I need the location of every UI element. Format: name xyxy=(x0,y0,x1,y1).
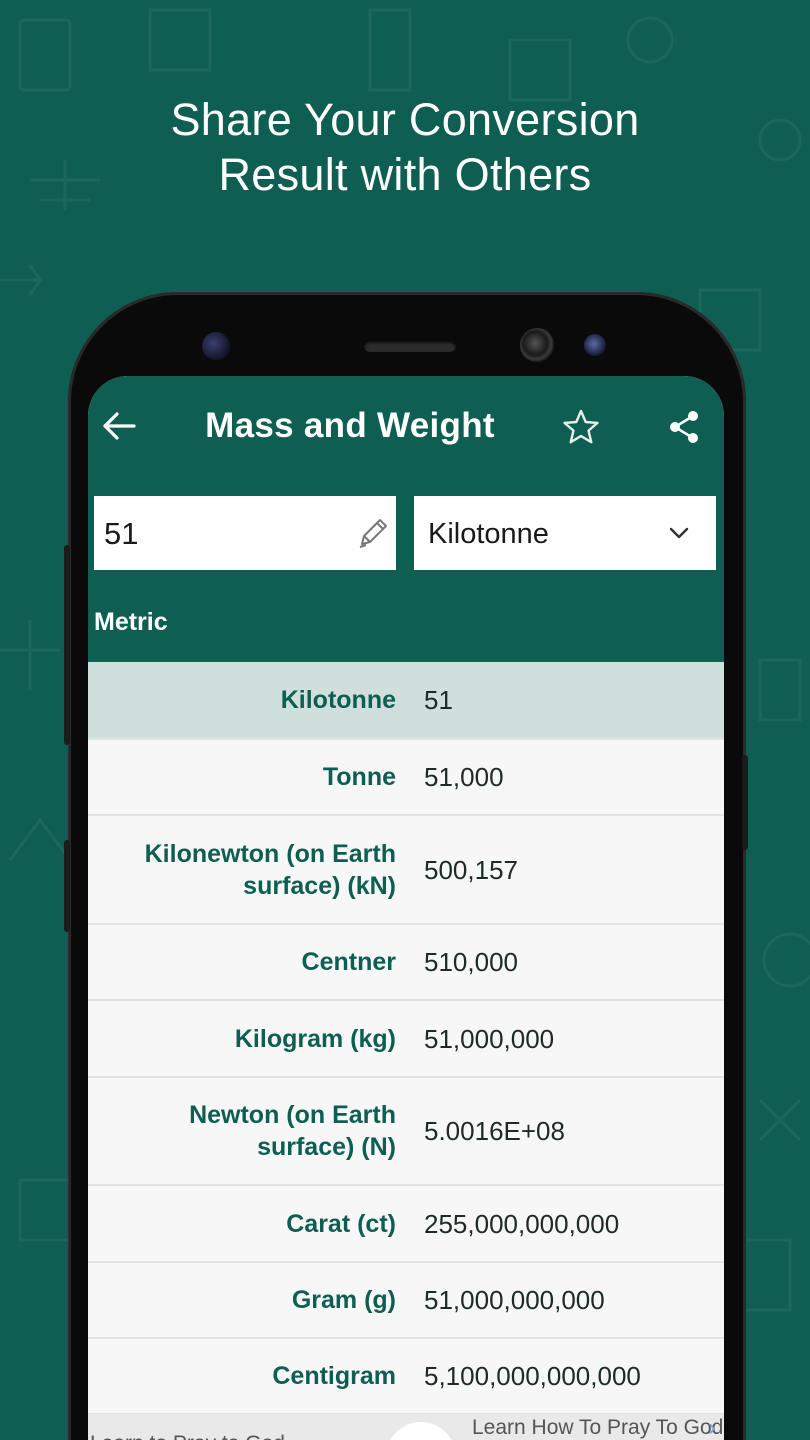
row-unit: Kilonewton (on Earth surface) (kN) xyxy=(144,839,396,900)
results-table: Kilotonne 51 Tonne 51,000 Kilonewton (on… xyxy=(88,662,724,1415)
share-icon[interactable] xyxy=(668,410,700,444)
value-input[interactable]: 51 xyxy=(94,496,396,570)
chevron-right-icon[interactable]: › xyxy=(708,1414,716,1440)
promo-headline-line1: Share Your Conversion xyxy=(170,94,640,145)
bixby-button xyxy=(64,840,70,932)
row-value: 500,157 xyxy=(424,854,518,885)
table-row[interactable]: Centner 510,000 xyxy=(88,925,724,1001)
row-value: 51,000 xyxy=(424,762,504,792)
row-unit: Kilogram (kg) xyxy=(234,1024,396,1053)
power-button xyxy=(742,755,748,850)
row-value: 5,100,000,000,000 xyxy=(424,1361,641,1391)
promo-headline-line2: Result with Others xyxy=(218,149,592,200)
row-unit: Carat (ct) xyxy=(286,1209,396,1238)
front-camera xyxy=(520,328,554,362)
value-input-text[interactable]: 51 xyxy=(104,516,138,552)
ad-logo xyxy=(386,1422,456,1440)
row-value: 510,000 xyxy=(424,947,518,977)
unit-dropdown[interactable]: Kilotonne xyxy=(414,496,716,570)
section-label: Metric xyxy=(94,608,168,636)
row-value: 51,000,000,000 xyxy=(424,1285,605,1315)
table-row[interactable]: Carat (ct) 255,000,000,000 xyxy=(88,1186,724,1263)
app-bar: Mass and Weight xyxy=(88,376,724,480)
row-value: 51,000,000 xyxy=(424,1023,555,1054)
app-screen: Mass and Weight 51 Kilotonne Metric Kilo… xyxy=(88,376,724,1440)
table-row[interactable]: Newton (on Earth surface) (N) 5.0016E+08 xyxy=(88,1078,724,1186)
earpiece-speaker xyxy=(364,340,456,352)
table-row[interactable]: Gram (g) 51,000,000,000 xyxy=(88,1263,724,1339)
chevron-down-icon[interactable] xyxy=(668,522,690,544)
table-row[interactable]: Kilotonne 51 xyxy=(88,662,724,740)
unit-dropdown-value[interactable]: Kilotonne xyxy=(428,518,549,551)
row-unit: Kilotonne xyxy=(280,686,396,714)
row-unit: Centigram xyxy=(272,1362,396,1390)
volume-button xyxy=(64,545,70,745)
page-title: Mass and Weight xyxy=(205,406,495,445)
star-outline-icon[interactable] xyxy=(562,408,600,446)
ad-left-text[interactable]: Learn to Pray to God xyxy=(90,1432,285,1440)
ad-right-text[interactable]: Learn How To Pray To God xyxy=(472,1416,723,1440)
row-value: 255,000,000,000 xyxy=(424,1208,620,1239)
row-unit: Gram (g) xyxy=(291,1286,396,1314)
promo-headline: Share Your Conversion Result with Others xyxy=(0,92,810,202)
conversion-controls: 51 Kilotonne Metric xyxy=(88,480,724,662)
row-value: 5.0016E+08 xyxy=(424,1116,565,1146)
row-unit: Tonne xyxy=(322,763,396,791)
table-row[interactable]: Centigram 5,100,000,000,000 xyxy=(88,1339,724,1415)
table-row[interactable]: Tonne 51,000 xyxy=(88,740,724,816)
table-row[interactable]: Kilogram (kg) 51,000,000 xyxy=(88,1001,724,1078)
proximity-sensor xyxy=(202,332,230,360)
pencil-icon[interactable] xyxy=(356,516,390,550)
iris-scanner xyxy=(584,334,606,356)
ad-banner[interactable]: Learn to Pray to God Learn How To Pray T… xyxy=(88,1414,724,1440)
row-value: 51 xyxy=(424,685,453,715)
row-unit: Newton (on Earth surface) (N) xyxy=(189,1101,396,1161)
table-row[interactable]: Kilonewton (on Earth surface) (kN) 500,1… xyxy=(88,816,724,925)
row-unit: Centner xyxy=(301,948,396,976)
